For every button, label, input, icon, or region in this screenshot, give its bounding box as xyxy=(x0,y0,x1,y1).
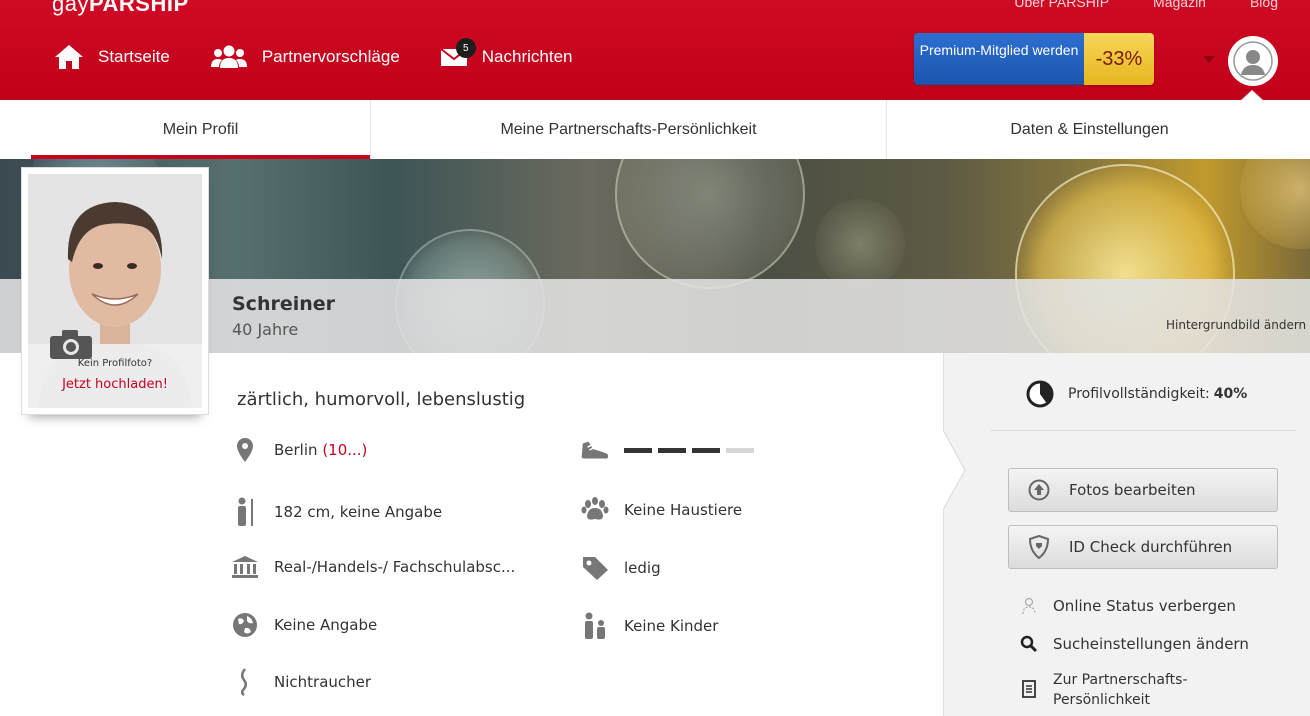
sport-level-dash xyxy=(726,447,754,453)
tab-settings[interactable]: Daten & Einstellungen xyxy=(886,100,1292,159)
height-value: 182 cm, keine Angabe xyxy=(274,503,443,521)
sneaker-icon xyxy=(580,437,610,463)
detail-status: ledig xyxy=(580,555,661,581)
change-background-link[interactable]: Hintergrundbild ändern xyxy=(1166,318,1306,332)
hide-online-status-link[interactable]: Online Status verbergen xyxy=(1018,597,1236,615)
tab-personality[interactable]: Meine Partnerschafts-Persönlichkeit xyxy=(370,100,886,159)
detail-education: Real-/Handels-/ Fachschulabsc... xyxy=(230,555,515,579)
top-link-blog[interactable]: Blog xyxy=(1250,0,1278,10)
sport-level-indicator xyxy=(624,447,754,453)
detail-pets: Keine Haustiere xyxy=(580,497,742,523)
edit-photos-label: Fotos bearbeiten xyxy=(1069,481,1196,499)
messages-badge: 5 xyxy=(455,38,476,58)
profile-photo-card[interactable]: Kein Profilfoto? Jetzt hochladen! xyxy=(21,167,209,415)
person-height-icon xyxy=(230,497,260,527)
nav-suggestions[interactable]: Partnervorschläge xyxy=(210,45,400,69)
premium-button[interactable]: Premium-Mitglied werden -33% xyxy=(914,33,1154,85)
profile-completeness: Profilvollständigkeit: 40% xyxy=(1026,380,1247,408)
profile-photo: Kein Profilfoto? Jetzt hochladen! xyxy=(28,174,202,408)
top-links: Über PARSHIP Magazin Blog xyxy=(1014,0,1278,10)
banner-bokeh xyxy=(1240,159,1310,249)
to-personality-link[interactable]: Zur Partnerschafts- Persönlichkeit xyxy=(1018,670,1188,710)
top-link-magazine[interactable]: Magazin xyxy=(1153,0,1206,10)
profile-name: Schreiner xyxy=(232,293,336,315)
hide-online-label: Online Status verbergen xyxy=(1053,597,1236,615)
detail-children: Keine Kinder xyxy=(580,612,718,640)
sport-level-dash xyxy=(658,447,686,453)
premium-label: Premium-Mitglied werden xyxy=(914,33,1084,85)
location-code[interactable]: (10...) xyxy=(322,441,367,459)
smoke-icon xyxy=(230,668,260,696)
map-pin-icon xyxy=(230,437,260,463)
detail-sport xyxy=(580,437,754,463)
banner-bokeh xyxy=(615,159,805,289)
children-value: Keine Kinder xyxy=(624,617,719,635)
completeness-value: 40% xyxy=(1213,386,1248,402)
paw-icon xyxy=(580,497,610,523)
religion-value: Keine Angabe xyxy=(274,616,378,634)
location-city: Berlin xyxy=(274,441,318,459)
sub-nav: Mein Profil Meine Partnerschafts-Persönl… xyxy=(0,100,1310,159)
to-personality-label-1: Zur Partnerschafts- xyxy=(1053,672,1188,688)
users-icon xyxy=(210,45,248,69)
to-personality-label-2: Persönlichkeit xyxy=(1053,692,1150,708)
pets-value: Keine Haustiere xyxy=(624,501,743,519)
id-check-label: ID Check durchführen xyxy=(1069,538,1233,556)
search-settings-link[interactable]: Sucheinstellungen ändern xyxy=(1018,635,1249,653)
detail-smoking: Nichtraucher xyxy=(230,668,371,696)
profile-age: 40 Jahre xyxy=(232,320,299,339)
sport-level-dash xyxy=(624,447,652,453)
nav-home[interactable]: Startseite xyxy=(54,44,170,70)
top-link-about[interactable]: Über PARSHIP xyxy=(1014,0,1109,10)
family-icon xyxy=(580,612,610,640)
edit-photos-button[interactable]: Fotos bearbeiten xyxy=(1008,468,1278,512)
user-outline-icon xyxy=(1018,597,1040,615)
tag-icon xyxy=(580,555,610,581)
home-icon xyxy=(54,44,84,70)
profile-tagline: zärtlich, humorvoll, lebenslustig xyxy=(237,389,526,410)
completeness-pie-icon xyxy=(1026,380,1054,408)
institution-icon xyxy=(230,555,260,579)
main-nav: Startseite Partnervorschläge 5 Nachricht… xyxy=(54,38,613,70)
detail-location: Berlin (10...) xyxy=(230,437,367,463)
sidebar-divider xyxy=(990,430,1296,431)
shield-icon xyxy=(1025,535,1053,559)
avatar[interactable] xyxy=(1228,36,1278,86)
search-icon xyxy=(1018,635,1040,653)
user-avatar-icon xyxy=(1233,41,1273,81)
nav-home-label: Startseite xyxy=(98,47,170,66)
nav-suggestions-label: Partnervorschläge xyxy=(261,47,400,66)
education-value: Real-/Handels-/ Fachschulabsc... xyxy=(274,558,516,576)
detail-religion: Keine Angabe xyxy=(230,612,377,638)
no-photo-text: Kein Profilfoto? xyxy=(77,358,153,369)
upload-circle-icon xyxy=(1025,479,1053,501)
sidebar-notch xyxy=(943,430,966,510)
upload-photo-link[interactable]: Jetzt hochladen! xyxy=(28,377,202,392)
premium-discount: -33% xyxy=(1084,33,1154,85)
avatar-pointer xyxy=(1240,90,1264,101)
envelope-icon: 5 xyxy=(440,38,476,68)
completeness-label: Profilvollständigkeit: xyxy=(1068,386,1210,402)
status-value: ledig xyxy=(624,559,661,577)
globe-icon xyxy=(230,612,260,638)
nav-messages-label: Nachrichten xyxy=(481,47,573,66)
nav-messages[interactable]: 5 Nachrichten xyxy=(440,38,573,68)
sport-level-dash xyxy=(692,447,720,453)
chevron-down-icon[interactable] xyxy=(1203,56,1215,63)
search-settings-label: Sucheinstellungen ändern xyxy=(1053,635,1249,653)
document-list-icon xyxy=(1018,680,1040,698)
top-bar: gayPARSHIP Über PARSHIP Magazin Blog Sta… xyxy=(0,0,1310,100)
smoking-value: Nichtraucher xyxy=(274,673,372,691)
id-check-button[interactable]: ID Check durchführen xyxy=(1008,525,1278,569)
banner-bokeh xyxy=(815,199,905,289)
tab-my-profile[interactable]: Mein Profil xyxy=(31,100,370,159)
detail-height: 182 cm, keine Angabe xyxy=(230,497,442,527)
brand-logo[interactable]: gayPARSHIP xyxy=(52,0,189,17)
